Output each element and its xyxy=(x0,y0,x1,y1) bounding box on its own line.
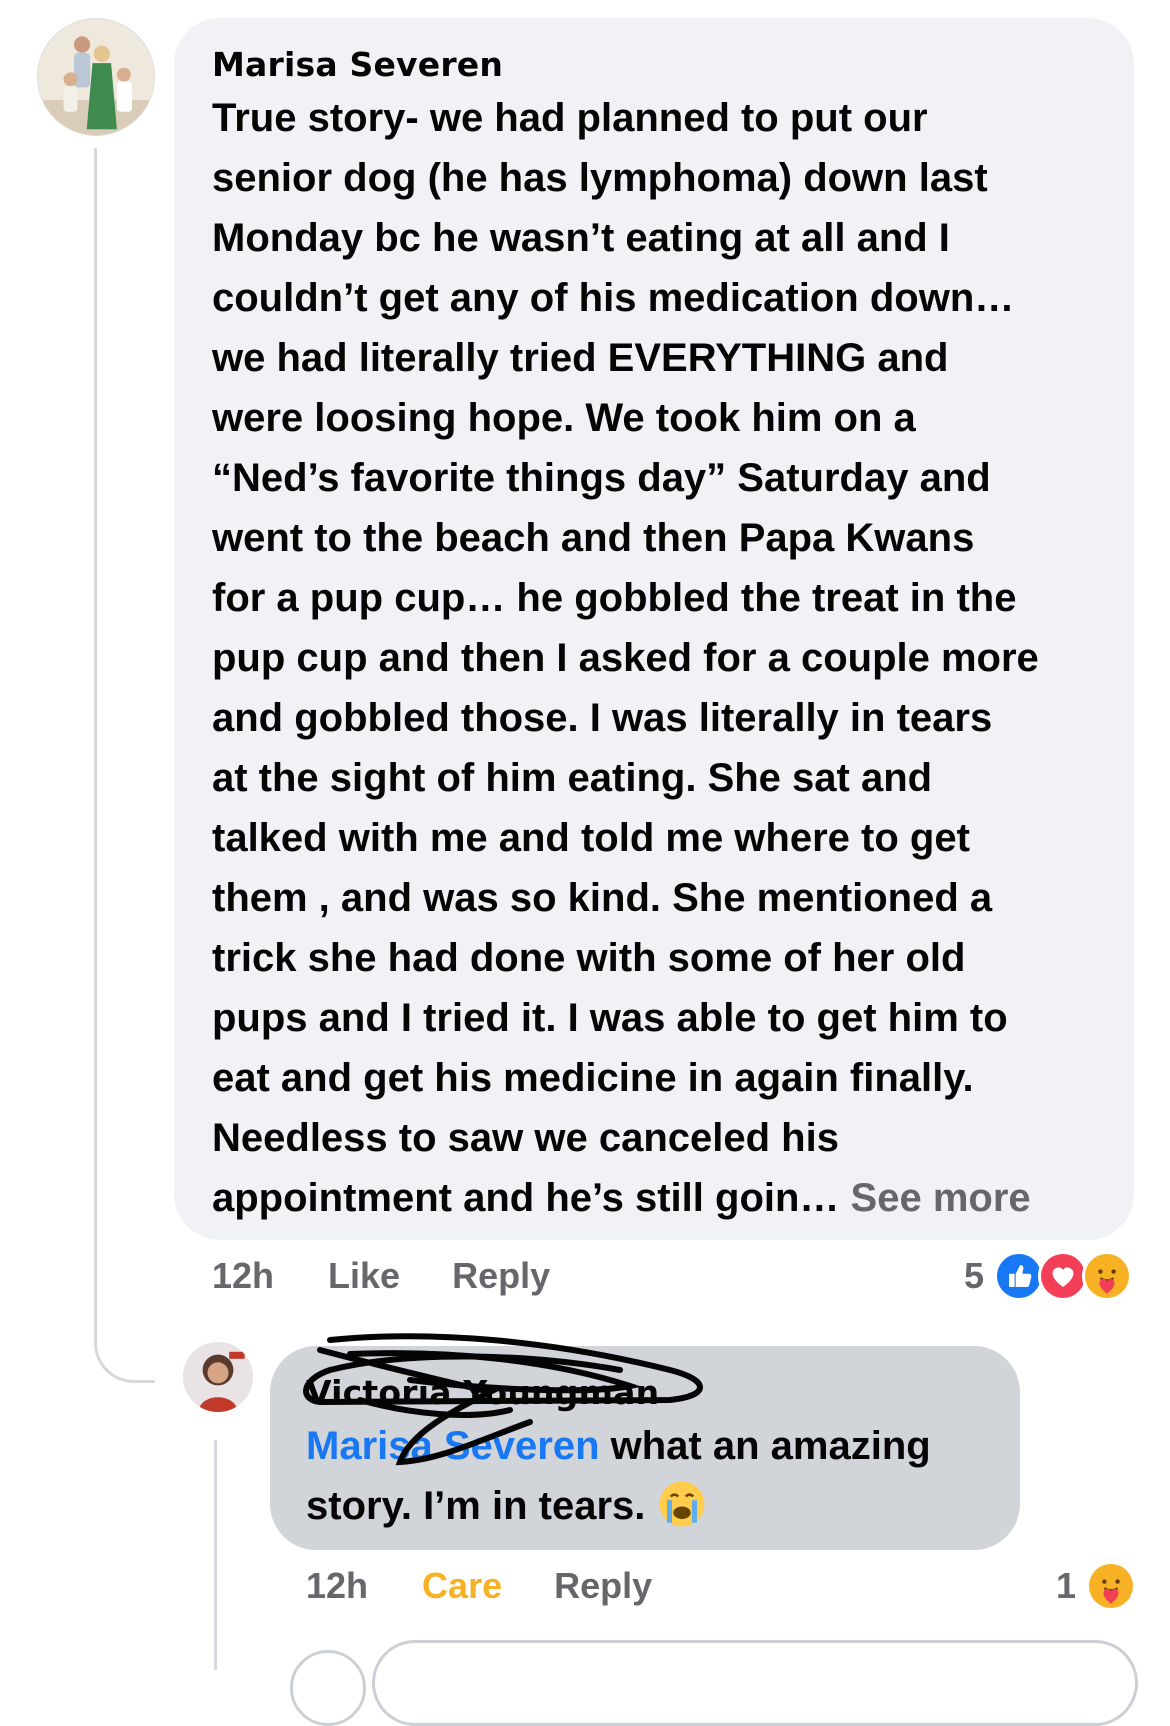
comment-body: True story- we had planned to put our se… xyxy=(212,96,1039,1220)
like-icon xyxy=(994,1251,1044,1301)
comment-actions: 12h Like Reply 5 xyxy=(212,1251,1132,1301)
reply-bubble: Victoria Youngman Marisa Severen what an… xyxy=(270,1346,1020,1550)
mention-link[interactable]: Marisa Severen xyxy=(306,1424,600,1468)
avatar[interactable] xyxy=(290,1650,366,1726)
comment-text: True story- we had planned to put our se… xyxy=(212,88,1096,1228)
reply-text-line2: story. I’m in tears. xyxy=(306,1484,657,1528)
comment-input[interactable] xyxy=(372,1640,1138,1726)
reply-text-line1: what an amazing xyxy=(599,1424,931,1468)
care-button[interactable]: Care xyxy=(422,1565,502,1607)
care-icon xyxy=(1086,1561,1136,1611)
comment-bubble: Marisa Severen True story- we had planne… xyxy=(174,18,1134,1240)
reaction-count[interactable]: 5 xyxy=(964,1255,984,1297)
reply-timestamp[interactable]: 12h xyxy=(306,1565,368,1607)
comment-author[interactable]: Marisa Severen xyxy=(212,44,1096,86)
reaction-count[interactable]: 1 xyxy=(1056,1565,1076,1607)
care-icon xyxy=(1082,1251,1132,1301)
profile-photo xyxy=(183,1342,253,1412)
like-button[interactable]: Like xyxy=(328,1255,400,1297)
thread-connector-line xyxy=(94,148,155,1383)
reply-text: Marisa Severen what an amazing story. I’m… xyxy=(306,1416,984,1536)
comment-timestamp[interactable]: 12h xyxy=(212,1255,274,1297)
avatar[interactable] xyxy=(37,18,155,136)
reaction-summary[interactable] xyxy=(1086,1561,1136,1611)
reply-button[interactable]: Reply xyxy=(452,1255,550,1297)
profile-photo xyxy=(38,19,154,135)
reply-author[interactable]: Victoria Youngman xyxy=(306,1372,984,1414)
reaction-summary[interactable] xyxy=(994,1251,1132,1301)
reply-button[interactable]: Reply xyxy=(554,1565,652,1607)
avatar[interactable] xyxy=(183,1342,253,1412)
see-more-link[interactable]: See more xyxy=(851,1176,1031,1220)
thread-connector-line xyxy=(214,1440,217,1670)
reply-actions: 12h Care Reply 1 xyxy=(306,1561,1136,1611)
love-icon xyxy=(1038,1251,1088,1301)
crying-face-icon xyxy=(657,1479,707,1529)
